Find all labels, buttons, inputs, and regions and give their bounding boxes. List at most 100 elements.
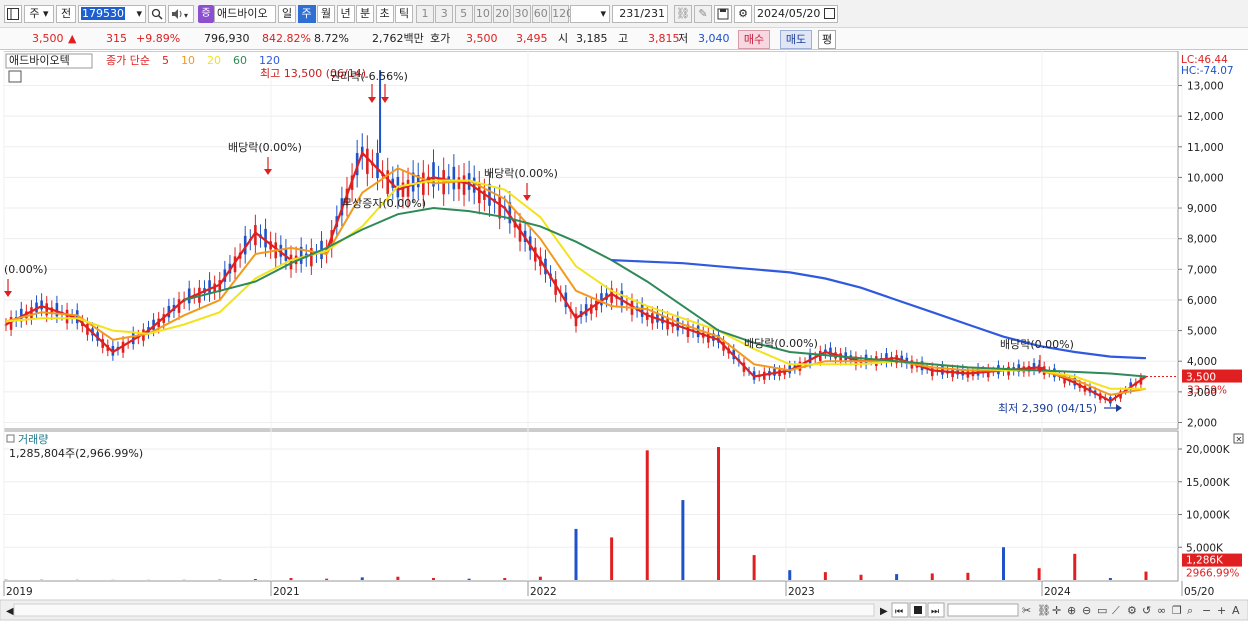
chart-icon[interactable]: ⟋ bbox=[1112, 604, 1120, 617]
low-price: 3,040 bbox=[698, 32, 730, 45]
price-tick-label: 12,000 bbox=[1187, 111, 1224, 123]
gear-icon[interactable]: ⚙ bbox=[734, 5, 752, 23]
zoom-out-icon[interactable]: ⊖ bbox=[1082, 604, 1091, 617]
rewind-icon: ⏮ bbox=[895, 607, 903, 617]
interval-button[interactable]: 10 bbox=[473, 5, 492, 23]
volume-bar bbox=[610, 537, 614, 580]
text-icon[interactable]: A bbox=[1232, 604, 1240, 617]
chart-area[interactable]: 3,500 33.59% 1,286K 2966.99% (0.00%) 배당락(0.00… bbox=[0, 50, 1248, 621]
volume-bar bbox=[752, 555, 756, 580]
period-button[interactable]: 일 bbox=[278, 5, 296, 23]
horizontal-scrollbar[interactable] bbox=[13, 603, 875, 617]
scroll-right-icon[interactable]: ▶ bbox=[880, 606, 888, 617]
low-label: 저 bbox=[678, 32, 689, 45]
volume-value-label: 1,285,804주(2,966.99%) bbox=[9, 447, 143, 460]
scroll-left-icon[interactable]: ◀ bbox=[6, 606, 14, 617]
zoom-slider[interactable] bbox=[947, 603, 1019, 617]
volume-bar bbox=[823, 572, 827, 580]
save-icon[interactable] bbox=[714, 5, 732, 23]
market-type-dropdown[interactable]: 주 ▾ bbox=[24, 5, 54, 23]
zoom-in-icon[interactable]: ⊕ bbox=[1067, 604, 1076, 617]
search-icon[interactable] bbox=[148, 5, 166, 23]
candle-body bbox=[406, 179, 410, 197]
high-price: 3,815 bbox=[648, 32, 680, 45]
crosshair-icon[interactable]: ✛ bbox=[1052, 604, 1061, 617]
candle-body bbox=[264, 228, 267, 248]
annotation-div_2021: 배당락(0.00%) bbox=[228, 141, 302, 154]
interval-button[interactable]: 120 bbox=[551, 5, 573, 23]
buy-button[interactable]: 매수 bbox=[738, 30, 770, 49]
up-arrow-icon: ▲ bbox=[68, 32, 77, 45]
reset-icon[interactable]: ↺ bbox=[1142, 604, 1151, 617]
search-icon[interactable]: ⌕ bbox=[1187, 604, 1193, 617]
eval-button[interactable]: 평 bbox=[818, 30, 836, 49]
volume-bar bbox=[432, 578, 435, 580]
tool-icons: ✂ ⛓ ✛ ⊕ ⊖ ▭ ⟋ ⚙ ↺ ∞ ❐ ⌕ − + A bbox=[1022, 604, 1240, 617]
price-volume-chart[interactable]: 3,50033.59%1,286K2966.99%(0.00%)배당락(0.00… bbox=[0, 50, 1248, 621]
link-out-icon[interactable]: ∞ bbox=[1157, 604, 1166, 617]
link-icon[interactable]: ⛓ bbox=[1037, 604, 1051, 617]
volume-panel-toggle-icon[interactable] bbox=[6, 434, 15, 443]
plus-icon[interactable]: + bbox=[1217, 604, 1226, 617]
high-label: 고 bbox=[618, 32, 629, 45]
scissors-icon[interactable]: ✂ bbox=[1022, 604, 1031, 617]
interval-button[interactable]: 20 bbox=[493, 5, 512, 23]
ma-legend-item: 120 bbox=[259, 54, 280, 67]
time-axis: 2019 2021 2022 2023 2024 05/20 bbox=[3, 581, 1214, 598]
volume-bar bbox=[645, 450, 649, 580]
compare-button[interactable]: 전 bbox=[56, 5, 76, 23]
interval-button[interactable]: 3 bbox=[435, 5, 454, 23]
link-icon[interactable]: ⛓ bbox=[674, 5, 692, 23]
data-count-field[interactable]: 231/231 bbox=[612, 5, 668, 23]
layout-icon[interactable] bbox=[4, 5, 22, 23]
period-button[interactable]: 틱 bbox=[395, 5, 413, 23]
stock-label: 애드바이오텍 bbox=[9, 54, 70, 67]
time-tick-label: 2019 bbox=[6, 586, 33, 598]
volume-tick-label: 10,000K bbox=[1186, 510, 1231, 522]
price-tick-label: 7,000 bbox=[1187, 264, 1217, 276]
ma-legend-item: 5 bbox=[162, 54, 169, 67]
settings-icon[interactable]: ⚙ bbox=[1127, 604, 1137, 617]
volume-tick-label: 15,000K bbox=[1186, 477, 1231, 489]
time-tick-label: 2023 bbox=[788, 586, 815, 598]
quote-label: 호가 bbox=[430, 32, 451, 45]
period-button[interactable]: 주 bbox=[297, 5, 316, 23]
volume-bar bbox=[788, 570, 792, 580]
svg-text:▾: ▾ bbox=[184, 11, 188, 20]
annotation-div_2023b: 배당락(0.00%) bbox=[1000, 338, 1074, 351]
annotation-left: (0.00%) bbox=[4, 263, 48, 276]
price-tick-label: 5,000 bbox=[1187, 326, 1217, 338]
interval-button[interactable]: 60 bbox=[531, 5, 550, 23]
stock-name-field[interactable]: 애드바이오 bbox=[214, 5, 276, 23]
price-change: 315 bbox=[106, 32, 127, 45]
volume-tick-label: 5,000K bbox=[1186, 542, 1224, 554]
volume-bar bbox=[1002, 547, 1005, 580]
speaker-dropdown-icon[interactable]: ▾ bbox=[168, 5, 194, 23]
interval-dropdown[interactable]: ▾ bbox=[570, 5, 610, 23]
calendar-icon[interactable] bbox=[824, 8, 835, 19]
candle-body bbox=[187, 288, 191, 304]
ma-legend-title: 종가 단순 bbox=[106, 54, 150, 67]
annotation-rights: 권리락(-6.56%) bbox=[330, 70, 408, 83]
volume-bar bbox=[253, 579, 257, 580]
stock-code-input[interactable]: 179530 ▾ bbox=[78, 5, 146, 23]
price-tick-label: 8,000 bbox=[1187, 234, 1217, 246]
sell-button[interactable]: 매도 bbox=[780, 30, 812, 49]
price-tick-label: 4,000 bbox=[1187, 356, 1217, 368]
period-button[interactable]: 월 bbox=[317, 5, 335, 23]
collapse-icon[interactable]: ▭ bbox=[1097, 604, 1107, 617]
copy-icon[interactable]: ❐ bbox=[1172, 604, 1182, 617]
table-icon[interactable] bbox=[8, 70, 22, 83]
hc-label: HC:-74.07 bbox=[1181, 65, 1234, 77]
period-button[interactable]: 분 bbox=[356, 5, 374, 23]
period-button[interactable]: 년 bbox=[336, 5, 355, 23]
period-button[interactable]: 초 bbox=[375, 5, 394, 23]
interval-button[interactable]: 1 bbox=[416, 5, 434, 23]
interval-button[interactable]: 30 bbox=[512, 5, 531, 23]
date-input[interactable]: 2024/05/20 bbox=[754, 5, 838, 23]
minus-icon[interactable]: − bbox=[1202, 604, 1211, 617]
volume-bar bbox=[1037, 568, 1041, 580]
interval-button[interactable]: 5 bbox=[454, 5, 473, 23]
current-volume-badge-text: 1,286K bbox=[1186, 555, 1224, 567]
draw-icon[interactable]: ✎ bbox=[694, 5, 712, 23]
